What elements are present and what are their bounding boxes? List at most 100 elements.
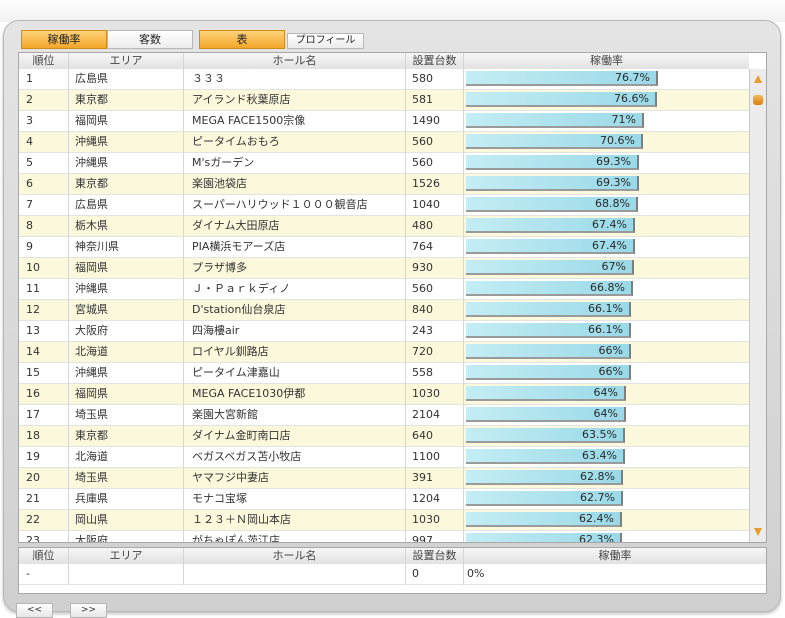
header-hall[interactable]: ホール名 <box>184 53 406 69</box>
area-cell: 沖縄県 <box>69 279 184 300</box>
hall-name-cell: MEGA FACE1030伊都 <box>184 384 406 405</box>
area-cell: 東京都 <box>69 426 184 447</box>
rank-cell: 20 <box>19 468 69 489</box>
header-rate[interactable]: 稼働率 <box>464 53 749 69</box>
table-row[interactable]: 19 北海道 ベガスベガス苫小牧店 1100 63.4% <box>19 447 749 468</box>
table-row[interactable]: 7 広島県 スーパーハリウッド１０００観音店 1040 68.8% <box>19 195 749 216</box>
hall-name-cell: ヤマフジ中妻店 <box>184 468 406 489</box>
rate-bar: 62.7% <box>466 491 623 506</box>
hall-name-cell: ダイナム大田原店 <box>184 216 406 237</box>
table-row[interactable]: 10 福岡県 プラザ博多 930 67% <box>19 258 749 279</box>
table-row[interactable]: 13 大阪府 四海樓air 243 66.1% <box>19 321 749 342</box>
table-row[interactable]: 12 宮城県 D'station仙台泉店 840 66.1% <box>19 300 749 321</box>
next-page-button[interactable]: >> <box>70 603 107 618</box>
machines-cell: 1030 <box>406 510 464 531</box>
hall-name-cell: 楽園池袋店 <box>184 174 406 195</box>
rate-cell: 62.8% <box>464 468 749 489</box>
summary-rate: 0% <box>467 567 485 580</box>
rank-cell: 14 <box>19 342 69 363</box>
table-row[interactable]: 21 兵庫県 モナコ宝塚 1204 62.7% <box>19 489 749 510</box>
prev-page-button[interactable]: << <box>16 603 53 618</box>
tab-profile[interactable]: プロフィール <box>287 33 364 49</box>
hall-name-cell: ピータイムおもろ <box>184 132 406 153</box>
hall-name-cell: モナコ宝塚 <box>184 489 406 510</box>
area-cell: 北海道 <box>69 447 184 468</box>
table-row[interactable]: 6 東京都 楽園池袋店 1526 69.3% <box>19 174 749 195</box>
table-row[interactable]: 4 沖縄県 ピータイムおもろ 560 70.6% <box>19 132 749 153</box>
table-row[interactable]: 1 広島県 ３３３ 580 76.7% <box>19 69 749 90</box>
table-row[interactable]: 16 福岡県 MEGA FACE1030伊都 1030 64% <box>19 384 749 405</box>
hall-name-cell: がちゃぽん茨江店 <box>184 531 406 542</box>
tab-customers[interactable]: 客数 <box>107 30 193 49</box>
rate-bar: 76.7% <box>466 71 658 86</box>
table-row[interactable]: 23 大阪府 がちゃぽん茨江店 997 62.3% <box>19 531 749 542</box>
hall-name-cell: MEGA FACE1500宗像 <box>184 111 406 132</box>
table-row[interactable]: 2 東京都 アイランド秋葉原店 581 76.6% <box>19 90 749 111</box>
machines-cell: 640 <box>406 426 464 447</box>
area-cell: 沖縄県 <box>69 153 184 174</box>
hall-name-cell: D'station仙台泉店 <box>184 300 406 321</box>
rate-bar: 62.8% <box>466 470 623 485</box>
summary-header-rank: 順位 <box>19 548 69 564</box>
scroll-up-icon[interactable] <box>754 75 762 83</box>
rate-bar: 66% <box>466 344 631 359</box>
table-row[interactable]: 18 東京都 ダイナム金町南口店 640 63.5% <box>19 426 749 447</box>
table-row[interactable]: 11 沖縄県 Ｊ・Ｐａｒｋディノ 560 66.8% <box>19 279 749 300</box>
rank-cell: 16 <box>19 384 69 405</box>
machines-cell: 560 <box>406 132 464 153</box>
rate-cell: 66.8% <box>464 279 749 300</box>
rank-cell: 21 <box>19 489 69 510</box>
table-row[interactable]: 14 北海道 ロイヤル釧路店 720 66% <box>19 342 749 363</box>
rank-cell: 15 <box>19 363 69 384</box>
machines-cell: 1490 <box>406 111 464 132</box>
header-area[interactable]: エリア <box>69 53 184 69</box>
rank-cell: 11 <box>19 279 69 300</box>
summary-hall <box>184 564 406 585</box>
summary-row: - 0 0% <box>19 564 766 585</box>
machines-cell: 391 <box>406 468 464 489</box>
scroll-thumb[interactable] <box>753 95 763 105</box>
area-cell: 北海道 <box>69 342 184 363</box>
rate-cell: 66.1% <box>464 321 749 342</box>
machines-cell: 480 <box>406 216 464 237</box>
header-machines[interactable]: 設置台数 <box>406 53 464 69</box>
area-cell: 広島県 <box>69 69 184 90</box>
area-cell: 埼玉県 <box>69 405 184 426</box>
machines-cell: 1040 <box>406 195 464 216</box>
table-row[interactable]: 22 岡山県 １２３＋Ｎ岡山本店 1030 62.4% <box>19 510 749 531</box>
table-header: 順位 エリア ホール名 設置台数 稼働率 <box>19 53 749 70</box>
rate-bar: 70.6% <box>466 134 643 149</box>
hall-name-cell: プラザ博多 <box>184 258 406 279</box>
hall-name-cell: M'sガーデン <box>184 153 406 174</box>
rate-bar: 69.3% <box>466 155 639 170</box>
tab-rate[interactable]: 稼働率 <box>21 30 107 49</box>
table-row[interactable]: 9 神奈川県 PIA横浜モアーズ店 764 67.4% <box>19 237 749 258</box>
table-row[interactable]: 15 沖縄県 ピータイム津嘉山 558 66% <box>19 363 749 384</box>
machines-cell: 2104 <box>406 405 464 426</box>
rate-bar: 76.6% <box>466 92 657 107</box>
rank-cell: 17 <box>19 405 69 426</box>
machines-cell: 840 <box>406 300 464 321</box>
rank-cell: 23 <box>19 531 69 542</box>
rate-bar: 66.1% <box>466 302 631 317</box>
hall-name-cell: ３３３ <box>184 69 406 90</box>
rank-cell: 1 <box>19 69 69 90</box>
table-row[interactable]: 8 栃木県 ダイナム大田原店 480 67.4% <box>19 216 749 237</box>
area-cell: 東京都 <box>69 174 184 195</box>
hall-name-cell: PIA横浜モアーズ店 <box>184 237 406 258</box>
table-row[interactable]: 17 埼玉県 楽園大宮新館 2104 64% <box>19 405 749 426</box>
vertical-scrollbar[interactable] <box>749 69 766 542</box>
table-row[interactable]: 20 埼玉県 ヤマフジ中妻店 391 62.8% <box>19 468 749 489</box>
table-row[interactable]: 5 沖縄県 M'sガーデン 560 69.3% <box>19 153 749 174</box>
hall-name-cell: ロイヤル釧路店 <box>184 342 406 363</box>
rank-cell: 22 <box>19 510 69 531</box>
rate-bar: 64% <box>466 407 626 422</box>
rank-cell: 5 <box>19 153 69 174</box>
summary-header-rate: 稼働率 <box>598 549 632 562</box>
summary-area <box>69 564 184 585</box>
area-cell: 神奈川県 <box>69 237 184 258</box>
header-rank[interactable]: 順位 <box>19 53 69 69</box>
tab-table[interactable]: 表 <box>199 30 285 49</box>
scroll-down-icon[interactable] <box>754 528 762 536</box>
table-row[interactable]: 3 福岡県 MEGA FACE1500宗像 1490 71% <box>19 111 749 132</box>
